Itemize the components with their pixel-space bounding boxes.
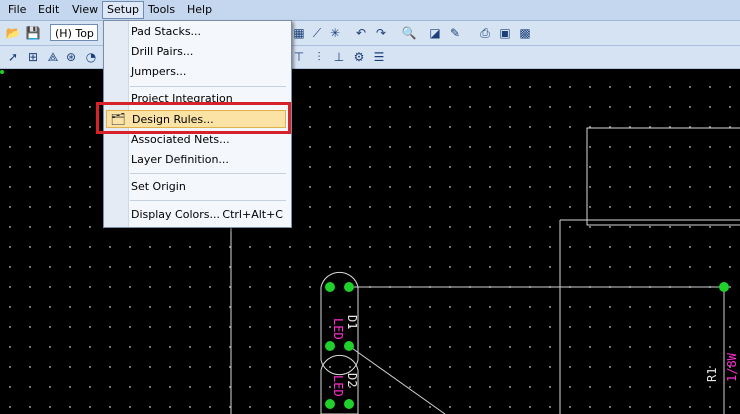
menu-item-set-origin[interactable]: Set Origin — [130, 178, 289, 196]
d1-ref-label: D1 — [345, 315, 359, 329]
pad — [325, 282, 335, 292]
pad — [719, 282, 729, 292]
menu-separator — [130, 200, 286, 201]
pad — [325, 341, 335, 351]
menu-item-pad-stacks[interactable]: Pad Stacks... — [130, 23, 289, 41]
d2-value-label: LED — [331, 375, 345, 397]
r1-ref-label: R1 — [705, 368, 719, 382]
r1-value-label: 1/8W — [725, 352, 739, 382]
menu-item-layer-definition[interactable]: Layer Definition... — [130, 151, 289, 169]
d1-value-label: LED — [331, 318, 345, 340]
menu-separator — [130, 173, 286, 174]
menu-item-display-colors-label: Display Colors... — [131, 208, 220, 221]
menu-item-drill-pairs[interactable]: Drill Pairs... — [130, 43, 289, 61]
highlight-annotation-box — [96, 102, 291, 134]
component-outline-rect — [586, 127, 740, 226]
shortcut-label: Ctrl+Alt+C — [222, 208, 283, 221]
pad — [344, 282, 354, 292]
menu-separator — [130, 86, 286, 87]
pad — [325, 399, 335, 409]
pad — [344, 341, 354, 351]
pad — [344, 399, 354, 409]
d2-ref-label: D2 — [345, 373, 359, 387]
menu-item-jumpers[interactable]: Jumpers... — [130, 63, 289, 81]
origin-marker — [0, 70, 4, 74]
trace-diagonal — [348, 345, 446, 414]
menu-item-display-colors[interactable]: Display Colors... Ctrl+Alt+C — [130, 206, 289, 224]
